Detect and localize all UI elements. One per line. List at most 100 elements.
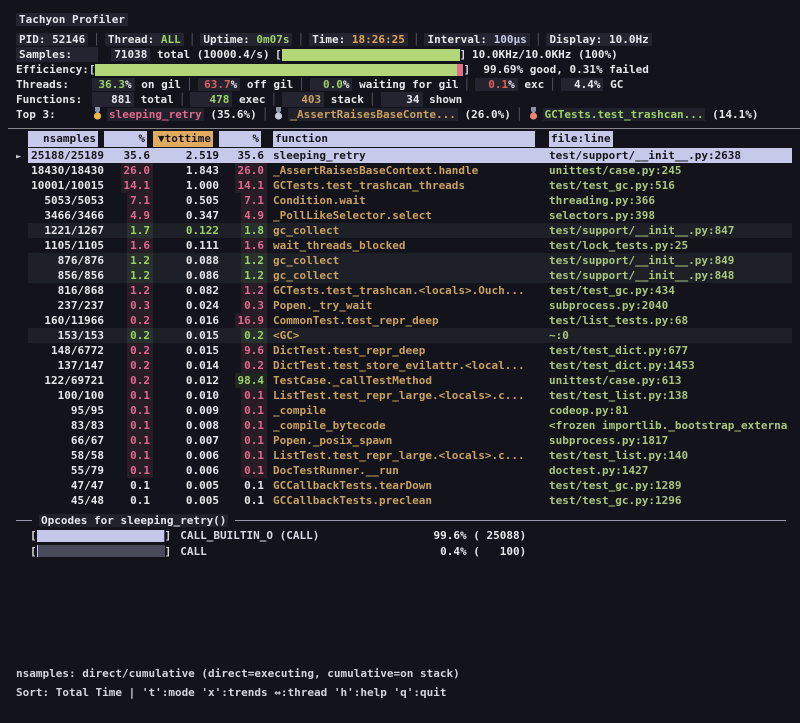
functions-stat-value: 34 <box>381 92 423 107</box>
table-row[interactable]: ► 1105/1105 1.6 0.111 1.6 wait_threads_b… <box>16 238 792 253</box>
table-row[interactable]: ► 55/79 0.1 0.006 0.1 DocTestRunner.__ru… <box>16 463 792 478</box>
table-row[interactable]: ► 18430/18430 26.0 1.843 26.0 _AssertRai… <box>16 163 792 178</box>
cell-function-name: Popen._posix_spawn <box>267 433 541 448</box>
table-row[interactable]: ► 816/868 1.2 0.082 1.2 GCTests.test_tra… <box>16 283 792 298</box>
functions-row: Functions:881 total│478 exec│403 stack│3… <box>16 92 792 107</box>
table-row[interactable]: ► 66/67 0.1 0.007 0.1 Popen._posix_spawn… <box>16 433 792 448</box>
efficiency-row: Efficiency:[] 99.69% good, 0.31% failed <box>16 62 792 77</box>
table-row[interactable]: ► 153/153 0.2 0.015 0.2 <GC> ~:0 <box>16 328 792 343</box>
cell-tottime: 0.008 <box>153 418 219 433</box>
top3-function-name: sleeping_retry <box>107 108 204 121</box>
separator: │ <box>458 78 475 91</box>
column-header-cumulative-pct[interactable]: % <box>219 131 261 147</box>
cell-nsamples: 856/856 <box>28 268 104 283</box>
cell-cumulative-pct: 0.2 <box>219 328 267 343</box>
bar-open-bracket: [ <box>30 528 37 543</box>
samples-bar: [] <box>275 47 466 62</box>
cell-file-line: unittest/case.py:245 <box>541 163 792 178</box>
uptime-field: Uptime: 0m07s <box>200 33 292 46</box>
table-row[interactable]: ► 137/147 0.2 0.014 0.2 DictTest.test_st… <box>16 358 792 373</box>
cell-cumulative-pct: 35.6 <box>219 148 267 163</box>
cell-function-name: gc_collect <box>267 223 541 238</box>
table-row[interactable]: ► 5053/5053 7.1 0.505 7.1 Condition.wait… <box>16 193 792 208</box>
time-field: Time: 18:26:25 <box>309 33 408 46</box>
table-row[interactable]: ► 10001/10015 14.1 1.000 14.1 GCTests.te… <box>16 178 792 193</box>
uptime-value: 0m07s <box>256 33 289 46</box>
row-gutter: ► <box>16 238 28 253</box>
cell-direct-pct: 0.2 <box>104 343 153 358</box>
table-row[interactable]: ► 148/6772 0.2 0.015 9.6 DictTest.test_r… <box>16 343 792 358</box>
table-header-body: nsamples % ▼tottime % function file:line <box>28 131 792 148</box>
uptime-label: Uptime: <box>203 33 249 46</box>
table-row-body: 18430/18430 26.0 1.843 26.0 _AssertRaise… <box>28 163 792 178</box>
cell-cumulative-pct: 1.2 <box>219 283 267 298</box>
column-header-tottime-sorted[interactable]: ▼tottime <box>153 131 213 147</box>
cell-tottime: 0.010 <box>153 388 219 403</box>
cell-tottime: 0.012 <box>153 373 219 388</box>
cell-function-name: GCCallbackTests.preclean <box>267 493 541 508</box>
cell-function-name: DictTest.test_store_evilattr.<local... <box>267 358 541 373</box>
table-row[interactable]: ► 83/83 0.1 0.008 0.1 _compile_bytecode … <box>16 418 792 433</box>
threads-stat-item: 63.7% off gil│ <box>198 78 310 91</box>
cell-cumulative-pct: 0.1 <box>219 448 267 463</box>
column-header-direct-pct[interactable]: % <box>104 131 147 147</box>
threads-stat-label: off gil <box>247 78 293 91</box>
cell-nsamples: 66/67 <box>28 433 104 448</box>
table-row-body: 1221/1267 1.7 0.122 1.8 gc_collect test/… <box>28 223 792 238</box>
table-row[interactable]: ► 856/856 1.2 0.086 1.2 gc_collect test/… <box>16 268 792 283</box>
bar-open-bracket: [ <box>275 47 282 62</box>
cell-direct-pct: 0.1 <box>104 418 153 433</box>
threads-label: Threads: <box>16 77 92 92</box>
table-row[interactable]: ► 122/69721 0.2 0.012 98.4 TestCase._cal… <box>16 373 792 388</box>
column-header-function[interactable]: function <box>273 131 535 147</box>
cell-direct-pct: 0.1 <box>104 448 153 463</box>
interval-label: Interval: <box>427 33 487 46</box>
cell-cumulative-pct: 0.1 <box>219 433 267 448</box>
cell-nsamples: 45/48 <box>28 493 104 508</box>
threads-stat-label: on gil <box>141 78 181 91</box>
column-header-nsamples[interactable]: nsamples <box>28 131 98 147</box>
opcode-bar-fill <box>37 545 38 557</box>
table-row[interactable]: ► 45/48 0.1 0.005 0.1 GCCallbackTests.pr… <box>16 493 792 508</box>
table-row[interactable]: ► 1221/1267 1.7 0.122 1.8 gc_collect tes… <box>16 223 792 238</box>
display-value: 10.0Hz <box>609 33 649 46</box>
thread-value: ALL <box>161 33 181 46</box>
section-dash <box>16 520 32 521</box>
table-row-body: 55/79 0.1 0.006 0.1 DocTestRunner.__run … <box>28 463 792 478</box>
cell-tottime: 0.347 <box>153 208 219 223</box>
table-row[interactable]: ► 876/876 1.2 0.088 1.2 gc_collect test/… <box>16 253 792 268</box>
table-row-body: 47/47 0.1 0.005 0.1 GCCallbackTests.tear… <box>28 478 792 493</box>
cell-direct-pct: 1.2 <box>104 283 153 298</box>
cell-nsamples: 237/237 <box>28 298 104 313</box>
cell-cumulative-pct: 1.2 <box>219 268 267 283</box>
table-row[interactable]: ► 160/11966 0.2 0.016 16.9 CommonTest.te… <box>16 313 792 328</box>
efficiency-label: Efficiency: <box>16 63 89 76</box>
thread-label: Thread: <box>108 33 154 46</box>
cell-nsamples: 58/58 <box>28 448 104 463</box>
separator <box>623 78 633 91</box>
table-row[interactable]: ► 58/58 0.1 0.006 0.1 ListTest.test_repr… <box>16 448 792 463</box>
cell-file-line: test/test_gc.py:434 <box>541 283 792 298</box>
cell-tottime: 0.007 <box>153 433 219 448</box>
row-gutter: ► <box>16 343 28 358</box>
table-row-body: 122/69721 0.2 0.012 98.4 TestCase._callT… <box>28 373 792 388</box>
table-row[interactable]: ► 25188/25189 35.6 2.519 35.6 sleeping_r… <box>16 148 792 163</box>
table-row[interactable]: ► 100/100 0.1 0.010 0.1 ListTest.test_re… <box>16 388 792 403</box>
table-row[interactable]: ► 47/47 0.1 0.005 0.1 GCCallbackTests.te… <box>16 478 792 493</box>
separator <box>462 93 472 106</box>
bar-open-bracket: [ <box>89 62 96 77</box>
table-row[interactable]: ► 95/95 0.1 0.009 0.1 _compile codeop.py… <box>16 403 792 418</box>
cell-direct-pct: 0.1 <box>104 388 153 403</box>
threads-stat-value: 4.4 <box>564 77 594 92</box>
column-header-file-line[interactable]: file:line <box>549 131 613 147</box>
cell-file-line: doctest.py:1427 <box>541 463 792 478</box>
footer-legend: nsamples: direct/cumulative (direct=exec… <box>16 664 460 683</box>
cell-cumulative-pct: 1.2 <box>219 253 267 268</box>
table-row[interactable]: ► 237/237 0.3 0.024 0.3 Popen._try_wait … <box>16 298 792 313</box>
cell-file-line: <frozen importlib._bootstrap_externa <box>541 418 792 433</box>
efficiency-text: 99.69% good, 0.31% failed <box>483 63 649 76</box>
thread-field[interactable]: Thread: ALL <box>105 33 184 46</box>
table-row[interactable]: ► 3466/3466 4.9 0.347 4.9 _PollLikeSelec… <box>16 208 792 223</box>
percent-sign: % <box>594 78 601 91</box>
cell-cumulative-pct: 0.1 <box>219 403 267 418</box>
